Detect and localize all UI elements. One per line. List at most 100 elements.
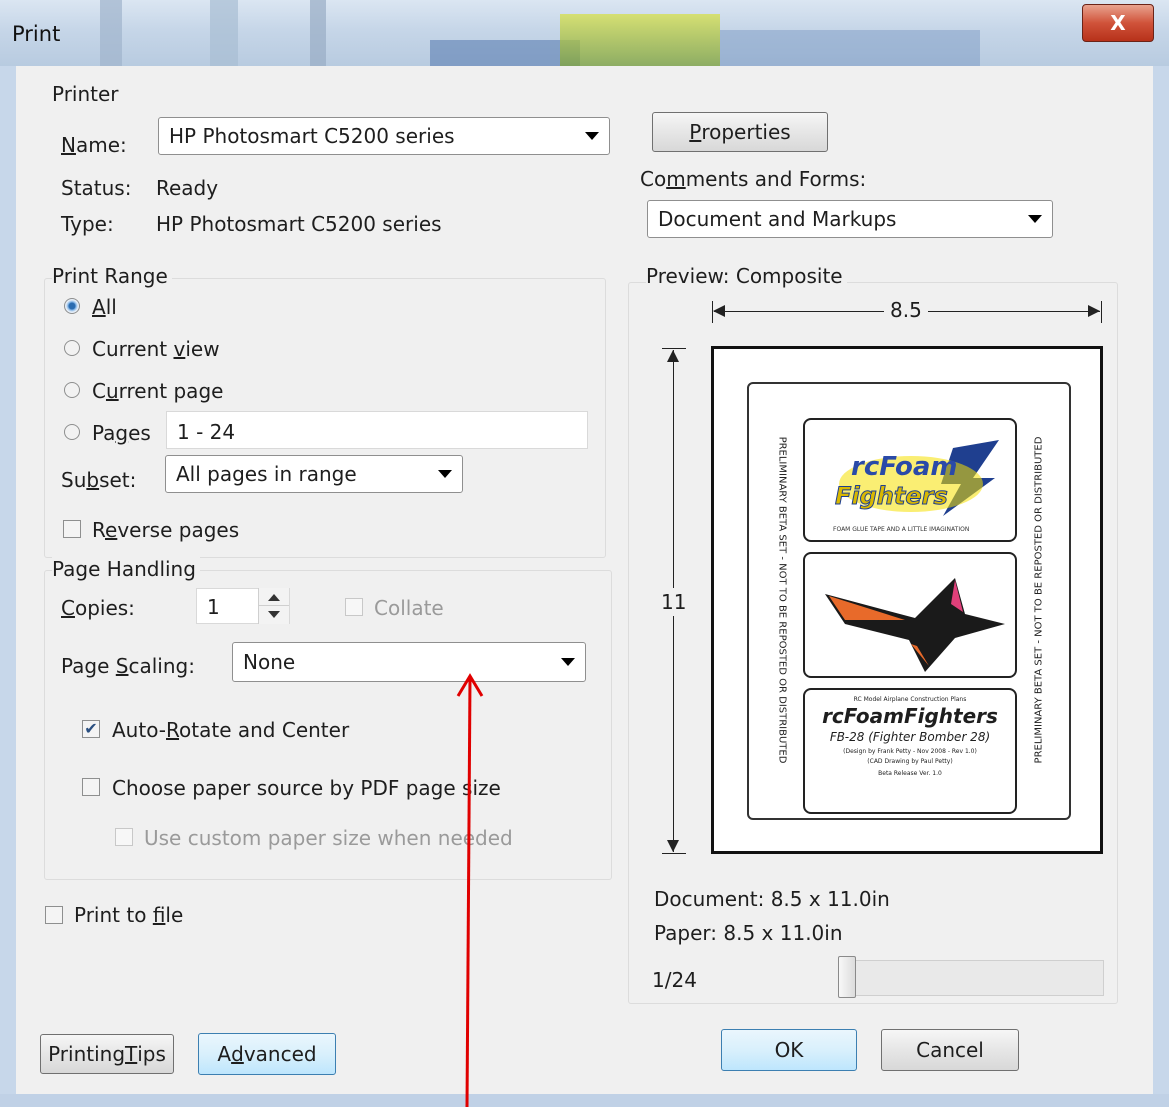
- close-button[interactable]: X: [1082, 4, 1154, 42]
- print-to-file-checkbox[interactable]: [45, 906, 63, 924]
- preview-logo-card: rcFoam Fighters FOAM GLUE TAPE AND A LIT…: [803, 418, 1017, 542]
- preview-release: Beta Release Ver. 1.0: [878, 770, 942, 777]
- page-scaling-value: None: [243, 650, 296, 674]
- collate-label: Collate: [374, 596, 444, 620]
- properties-button[interactable]: Properties: [652, 112, 828, 152]
- printer-name-value: HP Photosmart C5200 series: [169, 124, 455, 148]
- arrow-left-icon: [713, 305, 725, 317]
- copies-label: Copies:: [61, 596, 135, 620]
- type-label: Type:: [61, 212, 114, 236]
- custom-paper-checkbox[interactable]: [115, 828, 133, 846]
- radio-all-label: All: [92, 295, 117, 319]
- name-label: Name:: [61, 133, 127, 157]
- status-value: Ready: [156, 176, 219, 200]
- printer-name-select[interactable]: HP Photosmart C5200 series: [158, 117, 610, 155]
- preview-title-card: RC Model Airplane Construction Plans rcF…: [803, 688, 1017, 814]
- preview-plane-card: [803, 552, 1017, 678]
- paper-source-checkbox[interactable]: [82, 778, 100, 796]
- page-handling-label: Page Handling: [52, 557, 200, 581]
- preview-subtitle: FB-28 (Fighter Bomber 28): [829, 730, 991, 744]
- comments-forms-label: Comments and Forms:: [640, 167, 867, 191]
- preview-title: rcFoamFighters: [822, 704, 998, 728]
- comments-forms-value: Document and Markups: [658, 207, 897, 231]
- ok-button[interactable]: OK: [721, 1029, 857, 1071]
- radio-all[interactable]: [64, 298, 80, 314]
- reverse-pages-label: Reverse pages: [92, 518, 240, 542]
- subset-value: All pages in range: [176, 462, 357, 486]
- subset-label: Subset:: [61, 468, 137, 492]
- radio-pages-label: Pages: [92, 421, 151, 445]
- preview-plane-image: [825, 578, 1005, 672]
- spin-up-icon[interactable]: [268, 594, 280, 601]
- page-scaling-label: Page Scaling:: [61, 654, 195, 678]
- preview-side-text-left: PRELIMINARY BETA SET - NOT TO BE REPOSTE…: [776, 436, 788, 764]
- preview-label: Preview: Composite: [646, 264, 847, 288]
- window-frame-bottom: [0, 1094, 1169, 1107]
- page-slider-thumb[interactable]: [838, 956, 856, 998]
- plane-body-shape: [825, 578, 1005, 672]
- titlebar-decoration: [720, 30, 980, 66]
- copies-value: 1: [207, 595, 220, 619]
- window-frame-left: [0, 66, 16, 1107]
- radio-current-view[interactable]: [64, 340, 80, 356]
- checkmark-icon: ✔: [84, 719, 98, 738]
- preview-tagline: FOAM GLUE TAPE AND A LITTLE IMAGINATION: [833, 526, 970, 533]
- preview-logo-bottom: Fighters: [835, 482, 949, 511]
- annotation-arrow-shaft: [465, 677, 472, 1107]
- arrow-down-icon: [667, 840, 679, 852]
- comments-forms-select[interactable]: Document and Markups: [647, 200, 1053, 238]
- preview-credit-1: (Design by Frank Petty - Nov 2008 - Rev …: [843, 748, 977, 755]
- chevron-down-icon: [438, 470, 452, 478]
- advanced-button[interactable]: Ad vanced: [198, 1033, 336, 1075]
- auto-rotate-label: Auto-Rotate and Center: [112, 718, 350, 742]
- type-value: HP Photosmart C5200 series: [156, 212, 442, 236]
- print-range-label: Print Range: [52, 264, 172, 288]
- radio-current-page-label: Current page: [92, 379, 224, 403]
- subset-select[interactable]: All pages in range: [165, 455, 463, 493]
- auto-rotate-checkbox[interactable]: ✔: [82, 720, 100, 738]
- preview-logo-top: rcFoam: [851, 452, 958, 482]
- titlebar-decoration: [100, 0, 122, 66]
- paper-size-label: Paper: 8.5 x 11.0in: [654, 921, 843, 945]
- titlebar-decoration: [560, 14, 720, 66]
- chevron-down-icon: [1028, 215, 1042, 223]
- printer-group-label: Printer: [52, 82, 119, 106]
- annotation-arrow: [456, 673, 484, 1107]
- spinner-divider: [259, 605, 289, 606]
- radio-current-page[interactable]: [64, 382, 80, 398]
- title-bar[interactable]: [0, 0, 1169, 66]
- height-dimension-tick-top: [662, 348, 686, 349]
- radio-current-view-label: Current view: [92, 337, 220, 361]
- width-dimension-label: 8.5: [884, 298, 928, 322]
- page-slider-track[interactable]: [840, 960, 1104, 996]
- chevron-down-icon: [561, 658, 575, 666]
- collate-checkbox[interactable]: [345, 598, 363, 616]
- pages-input[interactable]: 1 - 24: [166, 411, 588, 449]
- printing-tips-button[interactable]: Printing Tips: [40, 1034, 174, 1074]
- preview-credit-2: (CAD Drawing by Paul Petty): [867, 758, 953, 765]
- preview-header-small: RC Model Airplane Construction Plans: [853, 696, 967, 703]
- copies-spinner[interactable]: [258, 588, 289, 624]
- height-dimension-label: 11: [661, 588, 687, 616]
- width-dimension-tick-right: [1101, 301, 1102, 323]
- window-frame-right: [1153, 66, 1169, 1107]
- titlebar-decoration: [310, 0, 326, 66]
- page-indicator: 1/24: [652, 968, 697, 992]
- arrow-up-icon: [667, 350, 679, 362]
- spin-down-icon[interactable]: [268, 611, 280, 618]
- pages-input-value: 1 - 24: [177, 420, 236, 444]
- height-dimension-tick-bottom: [662, 853, 686, 854]
- titlebar-decoration: [430, 40, 580, 66]
- print-to-file-label: Print to file: [74, 903, 184, 927]
- radio-pages[interactable]: [64, 424, 80, 440]
- preview-side-text-right: PRELIMINARY BETA SET - NOT TO BE REPOSTE…: [1033, 436, 1045, 764]
- paper-source-label: Choose paper source by PDF page size: [112, 776, 501, 800]
- page-scaling-select[interactable]: None: [232, 642, 586, 682]
- chevron-down-icon: [585, 132, 599, 140]
- titlebar-decoration: [210, 0, 238, 66]
- status-label: Status:: [61, 176, 132, 200]
- reverse-pages-checkbox[interactable]: [63, 520, 81, 538]
- document-size-label: Document: 8.5 x 11.0in: [654, 887, 890, 911]
- arrow-right-icon: [1088, 305, 1100, 317]
- cancel-button[interactable]: Cancel: [881, 1029, 1019, 1071]
